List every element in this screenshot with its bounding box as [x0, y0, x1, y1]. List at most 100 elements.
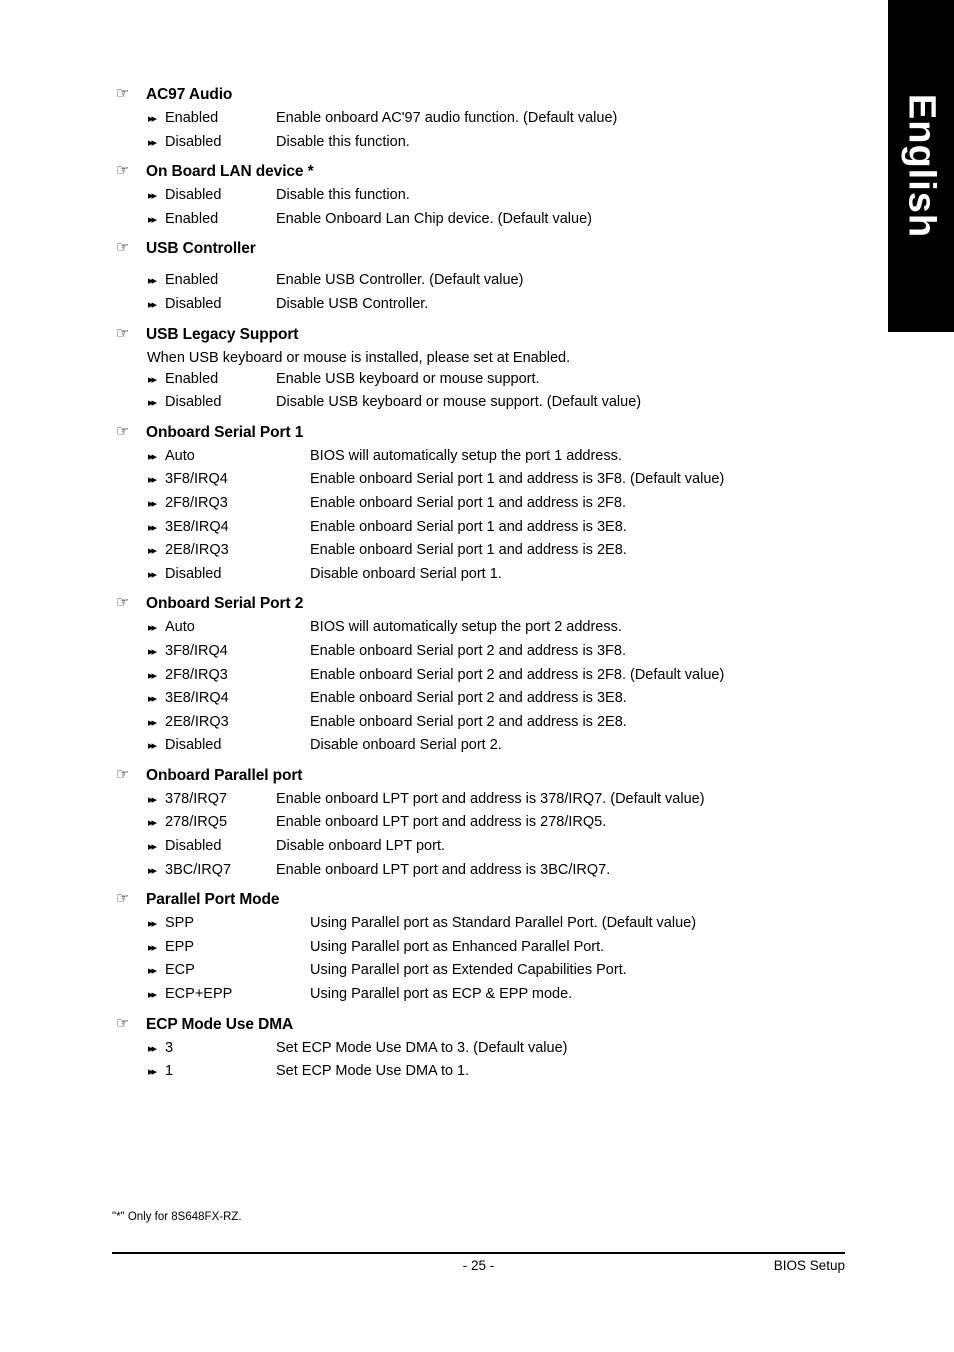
pointing-hand-icon: ☞ [116, 84, 130, 102]
option-description: Disable onboard Serial port 1. [310, 565, 502, 582]
pointing-hand-icon: ☞ [116, 161, 130, 180]
option-label: Auto [165, 619, 195, 636]
option-row: ▸▸ Auto BIOS will automatically setup the … [0, 445, 880, 469]
option-label: 1 [165, 1063, 174, 1080]
option-label: Enabled [165, 272, 219, 289]
double-right-arrow-icon: ▸▸ [148, 189, 157, 203]
double-right-arrow-icon: ▸▸ [148, 297, 157, 311]
pointing-hand-icon: ☞ [116, 1013, 130, 1032]
double-right-arrow-icon: ▸▸ [148, 1041, 157, 1055]
option-description: Enable USB Controller. (Default value) [276, 272, 524, 289]
option-description: Enable onboard LPT port and address is 3… [276, 861, 611, 878]
bios-option-section: ☞ On Board LAN device * ▸▸ Disabled Disable … [0, 163, 880, 231]
option-description: Enable onboard Serial port 2 and address… [310, 713, 627, 730]
option-description: Disable this function. [276, 133, 410, 150]
section-heading: ☞ On Board LAN device * [0, 163, 880, 181]
pointing-hand-icon: ☞ [116, 593, 130, 612]
double-right-arrow-icon: ▸▸ [148, 274, 157, 288]
double-right-arrow-icon: ▸▸ [148, 544, 157, 558]
option-description: BIOS will automatically setup the port 2… [310, 619, 622, 636]
pointing-hand-icon: ☞ [116, 764, 130, 783]
double-right-arrow-icon: ▸▸ [148, 473, 157, 487]
option-description: Disable onboard LPT port. [276, 838, 446, 855]
double-right-arrow-icon: ▸▸ [148, 567, 157, 581]
bios-option-section: ☞ Parallel Port Mode ▸▸ SPP Using Parallel p… [0, 891, 880, 1006]
option-label: ECP+EPP [165, 986, 233, 1003]
double-right-arrow-icon: ▸▸ [148, 212, 157, 226]
option-description: Disable onboard Serial port 2. [310, 737, 502, 754]
section-title: Parallel Port Mode [146, 891, 280, 909]
option-description: Enable onboard LPT port and address is 3… [276, 790, 705, 807]
section-title: ECP Mode Use DMA [146, 1015, 294, 1033]
option-description: Enable onboard AC'97 audio function. (De… [276, 110, 618, 126]
option-description: Enable onboard Serial port 1 and address… [310, 542, 627, 559]
double-right-arrow-icon: ▸▸ [148, 863, 157, 877]
section-title: AC97 Audio [146, 86, 233, 103]
option-row: ▸▸ 1 Set ECP Mode Use DMA to 1. [0, 1060, 880, 1084]
option-label: SPP [165, 915, 195, 932]
double-right-arrow-icon: ▸▸ [148, 112, 157, 125]
option-row: ▸▸ Enabled Enable USB keyboard or mouse su… [0, 368, 880, 392]
option-row: ▸▸ Enabled Enable Onboard Lan Chip device.… [0, 208, 880, 232]
option-row: ▸▸ ECP Using Parallel port as Extended Cap… [0, 959, 880, 983]
footnote: "*" Only for 8S648FX-RZ. [112, 1211, 242, 1223]
section-title: USB Legacy Support [146, 325, 299, 343]
bios-option-section: ☞ USB Legacy Support When USB keyboard or … [0, 325, 880, 415]
double-right-arrow-icon: ▸▸ [148, 816, 157, 830]
option-label: Disabled [165, 295, 222, 312]
option-description: Disable USB keyboard or mouse support. (… [276, 394, 642, 411]
section-title: Onboard Serial Port 2 [146, 595, 304, 613]
option-label: 3F8/IRQ4 [165, 471, 228, 488]
option-row: ▸▸ EPP Using Parallel port as Enhanced Par… [0, 936, 880, 960]
double-right-arrow-icon: ▸▸ [148, 396, 157, 410]
option-label: Auto [165, 447, 195, 464]
double-right-arrow-icon: ▸▸ [148, 792, 157, 806]
option-label: Enabled [165, 210, 219, 227]
option-label: ECP [165, 962, 195, 979]
footer-section-label: BIOS Setup [773, 1258, 845, 1273]
option-row: ▸▸ Enabled Enable onboard AC'97 audio func… [0, 107, 880, 131]
option-row: ▸▸ Disabled Disable USB keyboard or mouse … [0, 391, 880, 415]
option-label: Disabled [165, 133, 222, 150]
section-heading: ☞ ECP Mode Use DMA [0, 1013, 880, 1034]
option-label: EPP [165, 938, 195, 955]
option-label: Disabled [165, 565, 222, 582]
section-heading: ☞ AC97 Audio [0, 86, 880, 104]
option-row: ▸▸ 278/IRQ5 Enable onboard LPT port and ad… [0, 811, 880, 835]
bios-option-section: ☞ Onboard Serial Port 1 ▸▸ Auto BIOS will au… [0, 423, 880, 587]
double-right-arrow-icon: ▸▸ [148, 644, 157, 658]
language-side-tab: English [888, 0, 954, 332]
option-row: ▸▸ Disabled Disable this function. [0, 184, 880, 208]
section-title: USB Controller [146, 240, 256, 258]
option-row: ▸▸ 3 Set ECP Mode Use DMA to 3. (Default v… [0, 1037, 880, 1061]
option-label: 3F8/IRQ4 [165, 642, 228, 659]
section-title: Onboard Parallel port [146, 766, 303, 784]
option-description: Enable onboard Serial port 2 and address… [310, 642, 626, 659]
option-label: 3E8/IRQ4 [165, 518, 229, 535]
option-description: Enable onboard LPT port and address is 2… [276, 814, 607, 831]
bios-option-section: ☞ ECP Mode Use DMA ▸▸ 3 Set ECP Mode Use DMA… [0, 1013, 880, 1084]
option-label: 2E8/IRQ3 [165, 542, 229, 559]
option-description: Enable onboard Serial port 2 and address… [310, 666, 725, 683]
section-heading: ☞ USB Legacy Support [0, 325, 880, 344]
page-content: ☞ AC97 Audio ▸▸ Enabled Enable onboard AC'97… [0, 0, 880, 1093]
footer-divider [112, 1252, 845, 1254]
option-label: 378/IRQ7 [165, 790, 228, 807]
option-row: ▸▸ Disabled Disable USB Controller. [0, 293, 880, 317]
option-row: ▸▸ Disabled Disable onboard Serial port 1. [0, 563, 880, 587]
option-label: 2F8/IRQ3 [165, 494, 228, 511]
double-right-arrow-icon: ▸▸ [148, 917, 157, 931]
option-row: ▸▸ Auto BIOS will automatically setup the … [0, 616, 880, 640]
option-label: 2F8/IRQ3 [165, 666, 228, 683]
option-row: ▸▸ ECP+EPP Using Parallel port as ECP & EP… [0, 983, 880, 1007]
double-right-arrow-icon: ▸▸ [148, 449, 157, 463]
option-row: ▸▸ 3F8/IRQ4 Enable onboard Serial port 1 a… [0, 468, 880, 492]
option-label: 3E8/IRQ4 [165, 690, 229, 707]
side-tab-label: English [900, 93, 943, 239]
double-right-arrow-icon: ▸▸ [148, 621, 157, 635]
option-row: ▸▸ Disabled Disable this function. [0, 131, 880, 155]
double-right-arrow-icon: ▸▸ [148, 520, 157, 534]
option-row: ▸▸ Enabled Enable USB Controller. (Default… [0, 269, 880, 293]
option-description: Using Parallel port as Enhanced Parallel… [310, 938, 605, 955]
double-right-arrow-icon: ▸▸ [148, 496, 157, 510]
